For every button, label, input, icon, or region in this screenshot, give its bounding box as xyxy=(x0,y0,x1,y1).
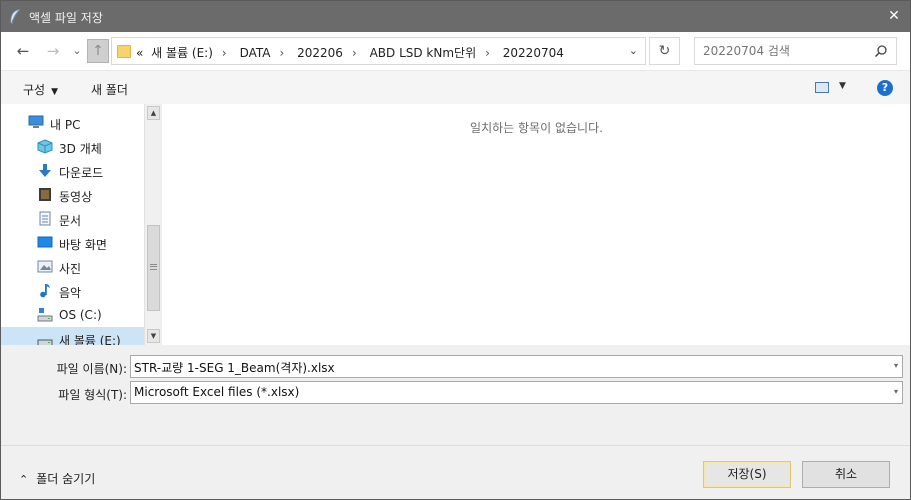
3d-objects-icon xyxy=(37,139,53,154)
command-bar: 구성 ▼ 새 폴더 ▼ ? xyxy=(1,70,910,104)
filename-value: STR-교량 1-SEG 1_Beam(격자).xlsx xyxy=(134,361,335,375)
breadcrumb-item[interactable]: 202206 xyxy=(297,46,343,60)
sidebar-item-label: OS (C:) xyxy=(59,308,102,322)
drive-icon xyxy=(37,308,53,322)
breadcrumb-item[interactable]: ABD LSD kNm단위 xyxy=(370,46,477,60)
navigation-bar: ← → ⌄ ↑ « 새 볼륨 (E:) › DATA › 202206 › ABD L… xyxy=(1,32,910,70)
sidebar-item-label: 바탕 화면 xyxy=(59,238,107,252)
sidebar-item-label: 음악 xyxy=(59,286,82,300)
empty-message: 일치하는 항목이 없습니다. xyxy=(470,121,603,135)
breadcrumb-item[interactable]: 새 볼륨 (E:) xyxy=(151,46,213,60)
sidebar-item-label: 문서 xyxy=(59,214,82,228)
refresh-button[interactable]: ↻ xyxy=(649,37,680,65)
dropdown-arrow-icon[interactable]: ▾ xyxy=(894,387,898,396)
refresh-icon: ↻ xyxy=(658,43,671,59)
help-button[interactable]: ? xyxy=(877,80,893,96)
navigation-pane: 내 PC 3D 개체 다운로드 동영상 문서 바탕 화면 사진 음악 OS (C… xyxy=(1,104,144,345)
close-icon: ✕ xyxy=(888,8,900,24)
music-icon xyxy=(40,284,50,298)
file-list[interactable]: 일치하는 항목이 없습니다. xyxy=(161,104,910,345)
search-box xyxy=(694,37,897,65)
sidebar-scrollbar[interactable]: ▲ ▼ xyxy=(144,104,161,345)
document-icon xyxy=(39,211,51,226)
breadcrumb-separator[interactable]: › xyxy=(352,46,357,60)
dropdown-arrow-icon[interactable]: ▾ xyxy=(894,361,898,370)
folder-icon xyxy=(117,45,131,58)
breadcrumb: « 새 볼륨 (E:) › DATA › 202206 › ABD LSD kNm단위… xyxy=(136,44,568,61)
up-button[interactable]: ↑ xyxy=(87,39,109,63)
hide-folders-toggle[interactable]: ⌃ 폴더 숨기기 xyxy=(19,470,95,487)
breadcrumb-overflow[interactable]: « xyxy=(136,46,143,60)
sidebar-item-volume-e[interactable]: 새 볼륨 (E:) xyxy=(1,327,144,345)
filetype-select[interactable]: Microsoft Excel files (*.xlsx) ▾ xyxy=(130,381,903,404)
sidebar-item-label: 사진 xyxy=(59,262,82,276)
close-button[interactable]: ✕ xyxy=(878,1,910,32)
view-caret-icon[interactable]: ▼ xyxy=(839,81,846,91)
sidebar-item-label: 새 볼륨 (E:) xyxy=(59,334,121,345)
breadcrumb-item[interactable]: DATA xyxy=(240,46,271,60)
sidebar-item-label: 3D 개체 xyxy=(59,142,102,156)
scroll-up-icon: ▲ xyxy=(150,109,157,117)
address-bar[interactable]: « 새 볼륨 (E:) › DATA › 202206 › ABD LSD kNm단위… xyxy=(111,37,646,65)
drive-icon xyxy=(37,339,53,345)
filename-label: 파일 이름(N): xyxy=(56,362,127,376)
save-form: 파일 이름(N): STR-교량 1-SEG 1_Beam(격자).xlsx ▾… xyxy=(1,345,910,445)
back-button[interactable]: ← xyxy=(13,41,33,61)
sidebar-item-downloads[interactable]: 다운로드 xyxy=(1,159,144,183)
forward-arrow-icon: → xyxy=(46,42,60,60)
save-dialog: 액셀 파일 저장 ✕ ← → ⌄ ↑ « 새 볼륨 (E:) › DATA › 20… xyxy=(0,0,911,500)
download-icon xyxy=(39,164,51,177)
chevron-up-icon: ⌃ xyxy=(19,473,29,486)
title-bar: 액셀 파일 저장 ✕ xyxy=(1,1,910,32)
sidebar-item-label: 다운로드 xyxy=(59,166,104,180)
sidebar-item-os-c[interactable]: OS (C:) xyxy=(1,303,144,327)
view-options-icon[interactable] xyxy=(815,82,829,93)
pc-icon xyxy=(28,115,44,128)
video-icon xyxy=(39,188,51,201)
help-icon: ? xyxy=(881,81,889,94)
address-dropdown-icon[interactable]: ⌄ xyxy=(629,44,638,57)
cancel-button[interactable]: 취소 xyxy=(802,461,890,488)
filetype-label: 파일 형식(T): xyxy=(58,388,127,402)
back-arrow-icon: ← xyxy=(16,42,30,60)
desktop-icon xyxy=(37,236,53,248)
forward-button[interactable]: → xyxy=(43,41,63,61)
breadcrumb-item[interactable]: 20220704 xyxy=(503,46,564,60)
up-arrow-icon: ↑ xyxy=(92,43,104,59)
scrollbar-thumb[interactable] xyxy=(147,225,160,311)
chevron-down-icon: ⌄ xyxy=(72,44,82,57)
sidebar-item-pictures[interactable]: 사진 xyxy=(1,255,144,279)
dialog-footer: ⌃ 폴더 숨기기 저장(S) 취소 xyxy=(1,445,910,499)
new-folder-label: 새 폴더 xyxy=(91,83,128,97)
window-title: 액셀 파일 저장 xyxy=(29,11,103,25)
organize-label: 구성 xyxy=(23,83,46,97)
sidebar-item-label: 동영상 xyxy=(59,190,93,204)
sidebar-item-3d-objects[interactable]: 3D 개체 xyxy=(1,135,144,159)
breadcrumb-separator[interactable]: › xyxy=(279,46,284,60)
organize-button[interactable]: 구성 ▼ xyxy=(23,81,58,98)
breadcrumb-separator[interactable]: › xyxy=(222,46,227,60)
scroll-down-button[interactable]: ▼ xyxy=(147,329,160,343)
scroll-down-icon: ▼ xyxy=(150,332,157,340)
search-input[interactable] xyxy=(695,38,870,64)
filetype-value: Microsoft Excel files (*.xlsx) xyxy=(134,385,300,399)
sidebar-item-documents[interactable]: 문서 xyxy=(1,207,144,231)
filename-field[interactable]: STR-교량 1-SEG 1_Beam(격자).xlsx ▾ xyxy=(130,355,903,378)
hide-folders-label: 폴더 숨기기 xyxy=(36,472,96,486)
pictures-icon xyxy=(37,260,53,273)
recent-locations-button[interactable]: ⌄ xyxy=(67,41,87,61)
scroll-up-button[interactable]: ▲ xyxy=(147,106,160,120)
breadcrumb-separator[interactable]: › xyxy=(485,46,490,60)
grip-icon xyxy=(150,264,157,270)
feather-icon xyxy=(10,9,21,24)
search-icon[interactable] xyxy=(874,44,888,58)
caret-down-icon: ▼ xyxy=(51,87,59,97)
save-button[interactable]: 저장(S) xyxy=(703,461,791,488)
new-folder-button[interactable]: 새 폴더 xyxy=(91,81,128,98)
sidebar-item-this-pc[interactable]: 내 PC xyxy=(1,111,144,135)
sidebar-item-label: 내 PC xyxy=(50,118,81,132)
sidebar-item-videos[interactable]: 동영상 xyxy=(1,183,144,207)
sidebar-item-music[interactable]: 음악 xyxy=(1,279,144,303)
sidebar-item-desktop[interactable]: 바탕 화면 xyxy=(1,231,144,255)
